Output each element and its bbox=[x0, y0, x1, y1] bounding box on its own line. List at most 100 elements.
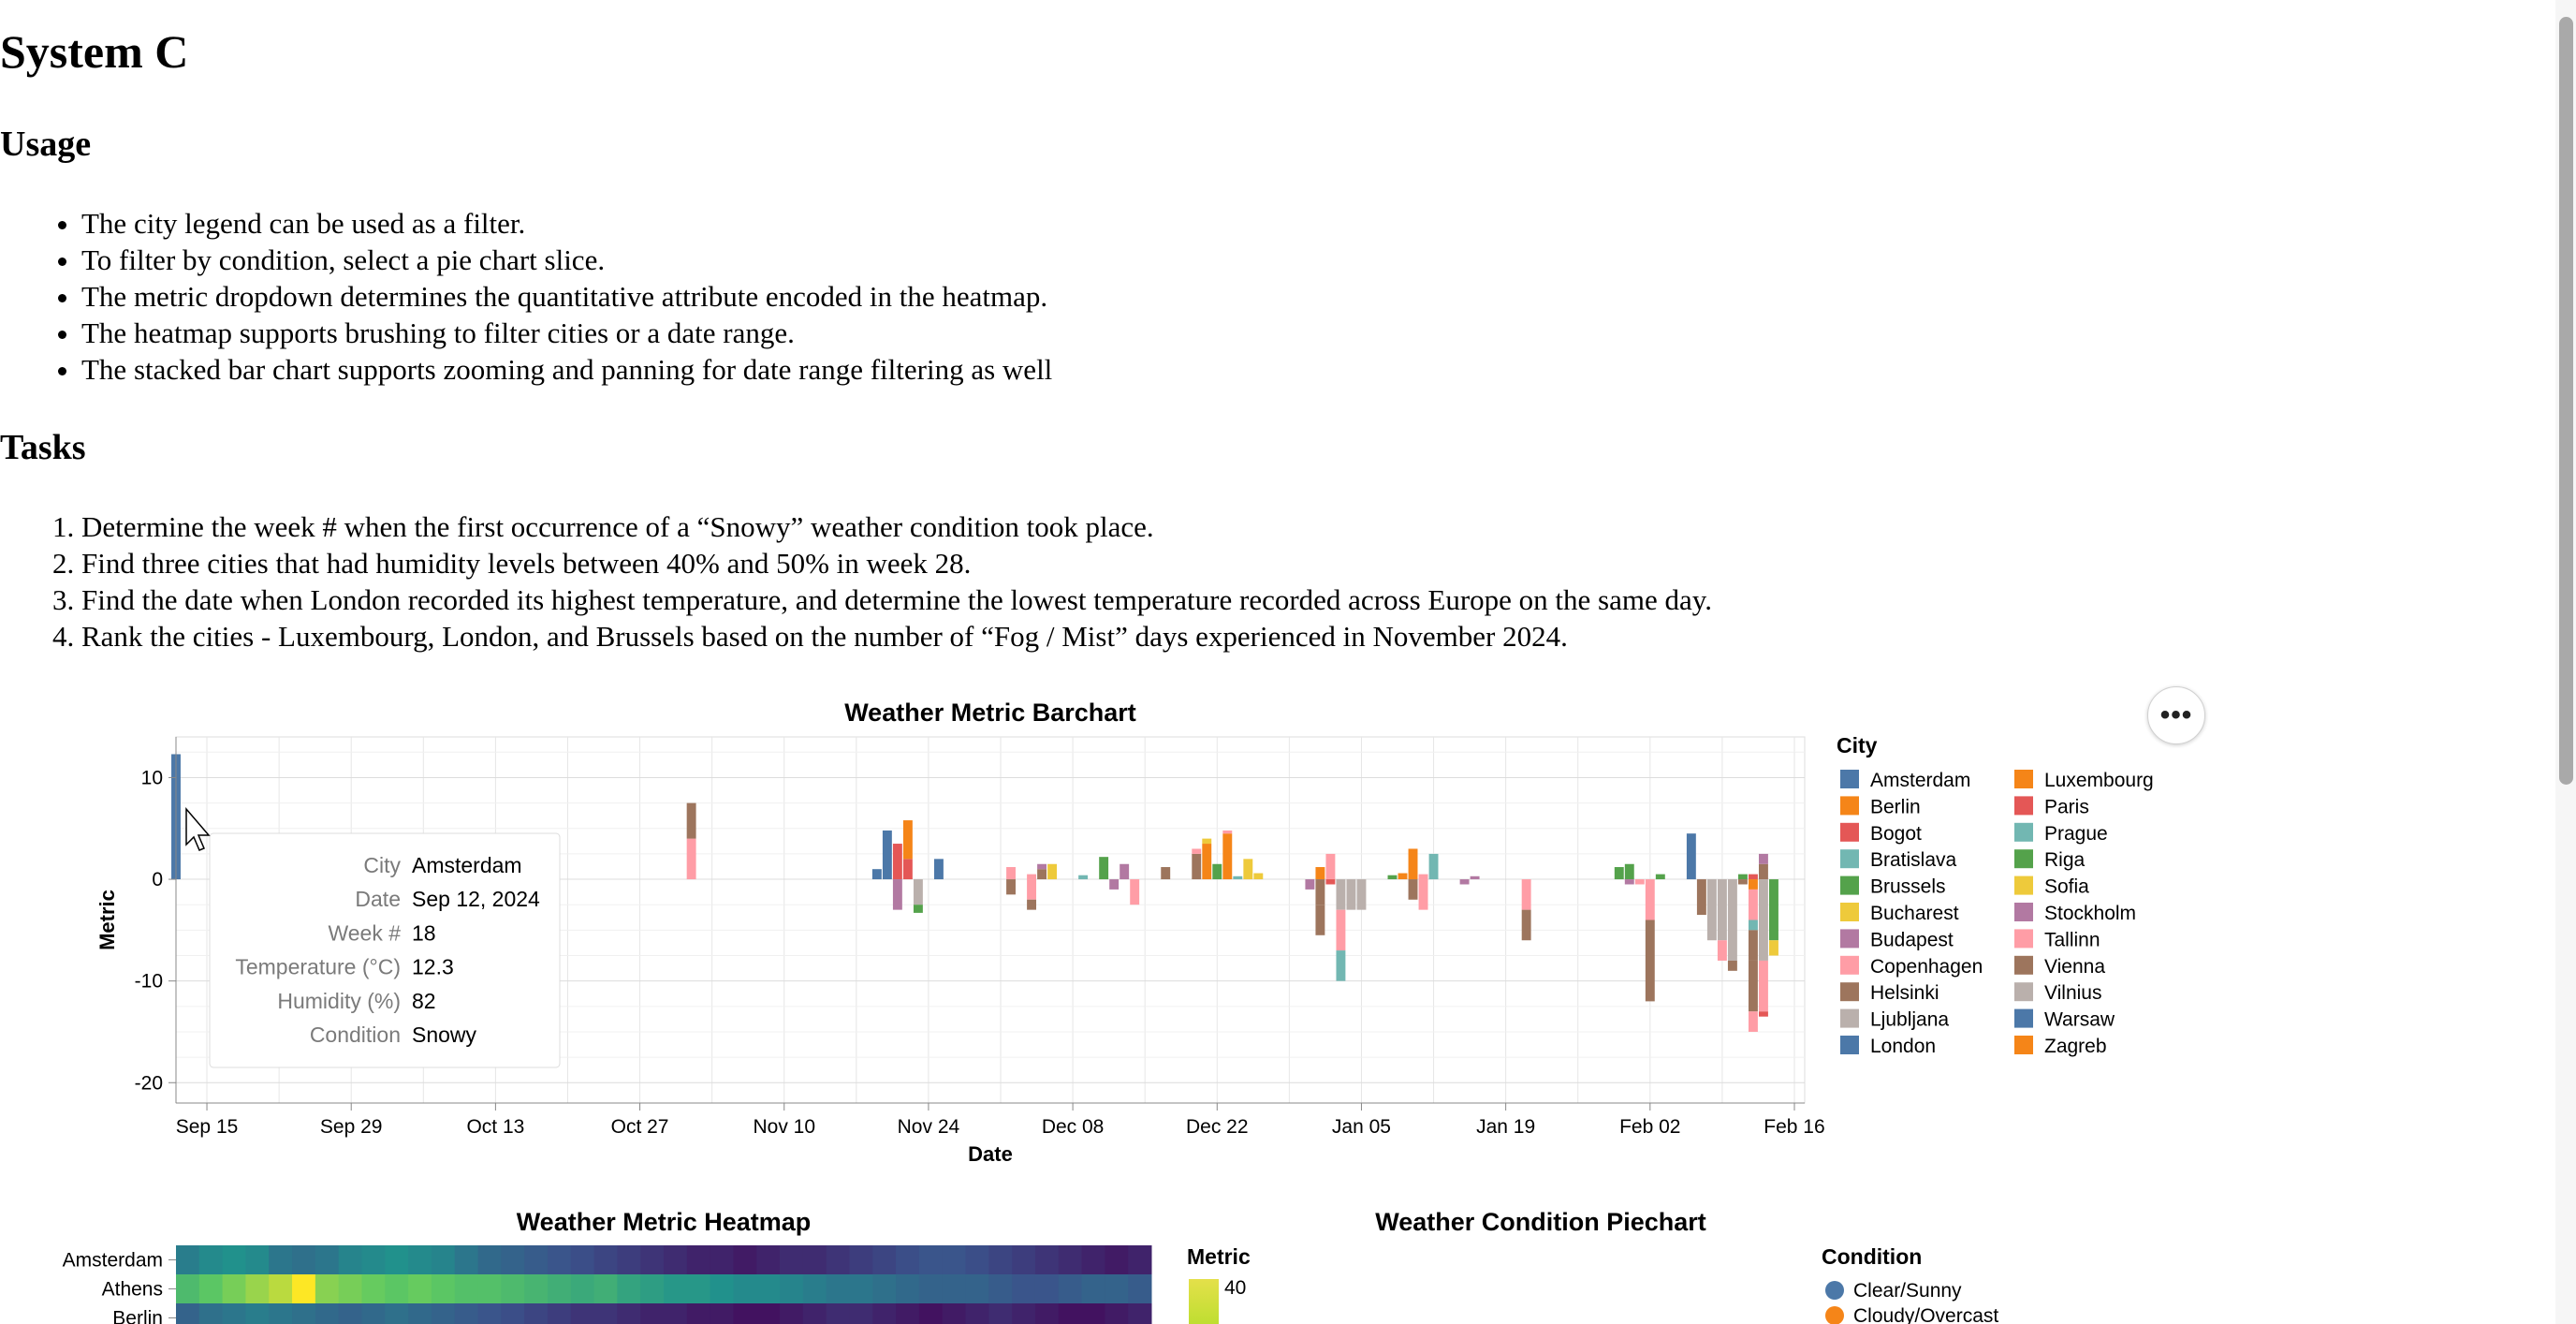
bar-segment[interactable] bbox=[1748, 879, 1758, 890]
legend-item-vienna[interactable]: Vienna bbox=[2014, 955, 2105, 978]
bar-segment[interactable] bbox=[1748, 919, 1758, 931]
heatmap-cell[interactable] bbox=[408, 1274, 432, 1304]
bar-segment[interactable] bbox=[1748, 930, 1758, 961]
heatmap-cell[interactable] bbox=[733, 1274, 757, 1304]
heatmap-cell[interactable] bbox=[1034, 1274, 1060, 1304]
bar-segment[interactable] bbox=[1243, 859, 1253, 880]
heatmap-cell[interactable] bbox=[756, 1245, 781, 1275]
heatmap-cell[interactable] bbox=[222, 1245, 246, 1275]
heatmap-cell[interactable] bbox=[292, 1274, 316, 1304]
heatmap-cell[interactable] bbox=[408, 1303, 432, 1324]
bar-segment[interactable] bbox=[892, 879, 902, 910]
heatmap-cell[interactable] bbox=[315, 1303, 340, 1324]
heatmap-cell[interactable] bbox=[918, 1245, 944, 1275]
heatmap-cell[interactable] bbox=[780, 1274, 804, 1304]
bar-segment[interactable] bbox=[1109, 879, 1120, 890]
legend-item-copenhagen[interactable]: Copenhagen bbox=[1840, 955, 1983, 978]
bar-segment[interactable] bbox=[1099, 857, 1109, 880]
bar-segment[interactable] bbox=[1202, 838, 1212, 845]
legend-item-berlin[interactable]: Berlin bbox=[1840, 796, 1921, 817]
bar-segment[interactable] bbox=[1769, 940, 1778, 956]
legend-item-ljubljana[interactable]: Ljubljana bbox=[1840, 1008, 1949, 1031]
bar-segment[interactable] bbox=[1521, 879, 1531, 910]
heatmap-cell[interactable] bbox=[988, 1274, 1013, 1304]
heatmap-cell[interactable] bbox=[617, 1303, 641, 1324]
bar-segment[interactable] bbox=[913, 879, 923, 905]
heatmap-cell[interactable] bbox=[664, 1303, 688, 1324]
heatmap-cell[interactable] bbox=[826, 1274, 850, 1304]
bar-segment[interactable] bbox=[1418, 874, 1428, 880]
heatmap-cells[interactable] bbox=[176, 1245, 1152, 1324]
bar-segment[interactable] bbox=[1758, 853, 1768, 864]
heatmap-cell[interactable] bbox=[245, 1303, 270, 1324]
bar-segment[interactable] bbox=[933, 859, 944, 880]
heatmap-cell[interactable] bbox=[1105, 1245, 1129, 1275]
heatmap-cell[interactable] bbox=[686, 1245, 711, 1275]
heatmap-cell[interactable] bbox=[477, 1245, 502, 1275]
heatmap-cell[interactable] bbox=[1081, 1245, 1105, 1275]
bar-segment[interactable] bbox=[1037, 869, 1047, 880]
heatmap-cell[interactable] bbox=[617, 1245, 641, 1275]
bar-segment[interactable] bbox=[1706, 879, 1717, 941]
bar-segment[interactable] bbox=[1717, 879, 1727, 941]
legend-item-helsinki[interactable]: Helsinki bbox=[1840, 982, 1939, 1004]
bar-segment[interactable] bbox=[1727, 879, 1737, 961]
heatmap-cell[interactable] bbox=[524, 1245, 549, 1275]
bar-segment[interactable] bbox=[1727, 960, 1737, 971]
bar-segment[interactable] bbox=[1222, 830, 1233, 834]
heatmap-cell[interactable] bbox=[1081, 1303, 1105, 1324]
legend-item-bucharest[interactable]: Bucharest bbox=[1840, 903, 1959, 924]
bar-segment[interactable] bbox=[1356, 879, 1367, 910]
bar-segment[interactable] bbox=[1748, 1011, 1758, 1032]
heatmap-cell[interactable] bbox=[269, 1245, 293, 1275]
heatmap-cell[interactable] bbox=[617, 1274, 641, 1304]
heatmap-cell[interactable] bbox=[593, 1245, 618, 1275]
heatmap-cell[interactable] bbox=[896, 1274, 920, 1304]
heatmap-cell[interactable] bbox=[756, 1274, 781, 1304]
bar-segment[interactable] bbox=[1192, 848, 1202, 854]
heatmap-cell[interactable] bbox=[1034, 1245, 1060, 1275]
bar-segment[interactable] bbox=[1717, 940, 1727, 961]
legend-item-bratislava[interactable]: Bratislava bbox=[1840, 849, 1957, 871]
bar-segment[interactable] bbox=[1315, 867, 1325, 880]
heatmap-cell[interactable] bbox=[802, 1245, 827, 1275]
heatmap-cell[interactable] bbox=[176, 1245, 200, 1275]
bar-segment[interactable] bbox=[1336, 879, 1346, 910]
heatmap-cell[interactable] bbox=[965, 1274, 989, 1304]
legend-item-brussels[interactable]: Brussels bbox=[1840, 875, 1946, 898]
legend-item-bogot[interactable]: Bogot bbox=[1840, 822, 1922, 845]
heatmap-cell[interactable] bbox=[849, 1274, 873, 1304]
heatmap-cell[interactable] bbox=[315, 1245, 340, 1275]
heatmap-cell[interactable] bbox=[361, 1245, 386, 1275]
heatmap-cell[interactable] bbox=[872, 1245, 897, 1275]
bar-segment[interactable] bbox=[1645, 879, 1655, 920]
heatmap-cell[interactable] bbox=[965, 1245, 989, 1275]
bar-segment[interactable] bbox=[1624, 863, 1634, 880]
bar-segment[interactable] bbox=[1325, 879, 1336, 885]
bar-segment[interactable] bbox=[1634, 879, 1645, 885]
legend-item-amsterdam[interactable]: Amsterdam bbox=[1840, 770, 1970, 791]
legend-item-paris[interactable]: Paris bbox=[2014, 796, 2089, 817]
heatmap-cell[interactable] bbox=[454, 1245, 479, 1275]
heatmap-cell[interactable] bbox=[640, 1303, 665, 1324]
bar-segment[interactable] bbox=[1398, 873, 1408, 880]
bar-segment[interactable] bbox=[1758, 960, 1768, 1012]
heatmap-cell[interactable] bbox=[872, 1274, 897, 1304]
legend-item-budapest[interactable]: Budapest bbox=[1840, 929, 1954, 950]
heatmap-cell[interactable] bbox=[269, 1303, 293, 1324]
heatmap-cell[interactable] bbox=[1012, 1303, 1036, 1324]
heatmap-cell[interactable] bbox=[756, 1303, 781, 1324]
bar-segment[interactable] bbox=[1614, 867, 1624, 880]
legend-item-riga[interactable]: Riga bbox=[2014, 849, 2086, 871]
heatmap-cell[interactable] bbox=[1105, 1274, 1129, 1304]
legend-item-zagreb[interactable]: Zagreb bbox=[2014, 1036, 2107, 1057]
bar-segment[interactable] bbox=[1192, 853, 1202, 880]
bar-segment[interactable] bbox=[1047, 863, 1058, 880]
heatmap-cell[interactable] bbox=[988, 1245, 1013, 1275]
heatmap-cell[interactable] bbox=[454, 1303, 479, 1324]
heatmap-cell[interactable] bbox=[686, 1274, 711, 1304]
dashboard-charts[interactable]: Weather Metric Barchart Sep 15 Sep 29 Oct 1… bbox=[0, 674, 2565, 1324]
heatmap-cell[interactable] bbox=[988, 1303, 1013, 1324]
heatmap-cell[interactable] bbox=[431, 1274, 456, 1304]
bar-segment[interactable] bbox=[913, 905, 923, 913]
